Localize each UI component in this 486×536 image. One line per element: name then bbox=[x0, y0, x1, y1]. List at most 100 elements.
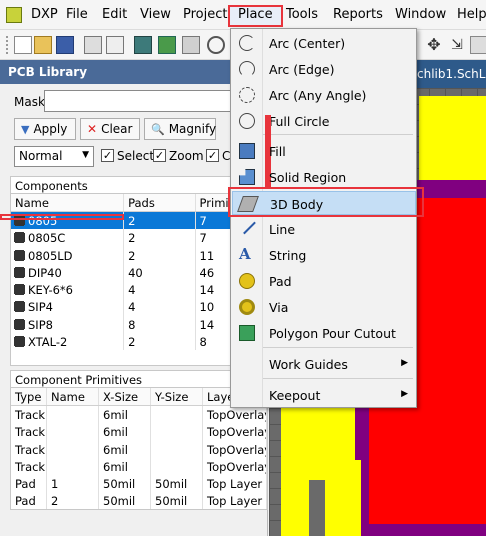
primitive-type: Pad bbox=[11, 475, 47, 493]
primitives-header-row: Type Name X-Size Y-Size Layer bbox=[11, 388, 267, 406]
zoom-label: Zoom bbox=[169, 149, 204, 163]
new-file-icon[interactable] bbox=[14, 36, 32, 54]
select-checkbox[interactable]: ✓ bbox=[101, 149, 114, 162]
col-prim-name[interactable]: Name bbox=[47, 388, 99, 405]
board-icon[interactable] bbox=[158, 36, 176, 54]
col-ysize[interactable]: Y-Size bbox=[151, 388, 203, 405]
primitive-row[interactable]: Pad 2 50mil 50mil Top Layer bbox=[11, 492, 267, 509]
primitive-row[interactable]: Track 6mil TopOverlay bbox=[11, 440, 267, 458]
component-pads: 4 bbox=[124, 281, 196, 299]
primitive-ysize bbox=[151, 440, 203, 458]
primitive-row[interactable]: Track 6mil TopOverlay bbox=[11, 423, 267, 441]
menu-tools[interactable]: Tools bbox=[286, 7, 318, 22]
zoom-checkbox[interactable]: ✓ bbox=[153, 149, 166, 162]
primitive-ysize bbox=[151, 457, 203, 476]
mode-value: Normal bbox=[19, 149, 63, 163]
menu-item-pad[interactable]: Pad bbox=[232, 269, 416, 293]
primitive-xsize: 6mil bbox=[99, 423, 151, 441]
menu-item-solid-region[interactable]: Solid Region bbox=[232, 165, 416, 189]
select-cross-icon[interactable]: ⇲ bbox=[448, 36, 466, 54]
yellow-overlay-bottom bbox=[291, 460, 361, 536]
panel-title-text: PCB Library bbox=[8, 65, 88, 79]
menu-item-keepout[interactable]: Keepout ▶ bbox=[232, 383, 416, 407]
string-icon: A bbox=[239, 245, 251, 263]
menu-item-via[interactable]: Via bbox=[232, 295, 416, 319]
clear-existing-checkbox[interactable]: ✓ bbox=[206, 149, 219, 162]
component-name: KEY-6*6 bbox=[28, 283, 74, 298]
3d-body-highlight-box bbox=[228, 187, 424, 217]
print-preview-icon[interactable] bbox=[106, 36, 124, 54]
primitive-name bbox=[47, 406, 99, 424]
move-icon[interactable]: ✥ bbox=[425, 36, 443, 54]
layers-icon[interactable] bbox=[182, 36, 200, 54]
component-row[interactable]: SIP8 8 14 bbox=[11, 315, 267, 334]
menu-project[interactable]: Project bbox=[183, 7, 227, 22]
primitive-type: Track bbox=[11, 406, 47, 424]
component-row[interactable]: DIP40 40 46 bbox=[11, 263, 267, 282]
menu-item-arc-edge[interactable]: Arc (Edge) bbox=[232, 57, 416, 81]
menu-item-arc-any-angle[interactable]: Arc (Any Angle) bbox=[232, 83, 416, 107]
col-xsize[interactable]: X-Size bbox=[99, 388, 151, 405]
apply-button[interactable]: ▼ Apply bbox=[14, 118, 76, 140]
clear-label: Clear bbox=[101, 122, 133, 136]
col-name[interactable]: Name bbox=[11, 194, 125, 211]
menu-reports[interactable]: Reports bbox=[333, 7, 383, 22]
primitive-xsize: 6mil bbox=[99, 457, 151, 476]
menu-item-polygon-cutout[interactable]: Polygon Pour Cutout bbox=[232, 321, 416, 345]
primitive-name bbox=[47, 457, 99, 476]
select-label: Select bbox=[117, 149, 155, 163]
clear-button[interactable]: ✕ Clear bbox=[80, 118, 140, 140]
component-row[interactable]: 0805C 2 7 bbox=[11, 229, 267, 247]
component-row[interactable]: 0805LD 2 11 bbox=[11, 246, 267, 264]
component-pads: 4 bbox=[124, 298, 196, 316]
magnify-button[interactable]: 🔍 Magnify bbox=[144, 118, 216, 140]
menu-help[interactable]: Help bbox=[457, 7, 486, 22]
component-name: XTAL-2 bbox=[28, 335, 68, 350]
menu-item-label: Pad bbox=[269, 274, 292, 289]
component-icon[interactable] bbox=[134, 36, 152, 54]
open-folder-icon[interactable] bbox=[34, 36, 52, 54]
clear-x-icon: ✕ bbox=[87, 122, 98, 136]
zoom-icon[interactable] bbox=[207, 36, 225, 54]
primitive-ysize: 50mil bbox=[151, 492, 203, 509]
component-row[interactable]: KEY-6*6 4 14 bbox=[11, 281, 267, 299]
print-icon[interactable] bbox=[84, 36, 102, 54]
menu-dxp[interactable]: DXP bbox=[31, 7, 58, 22]
mode-select[interactable]: Normal ▼ bbox=[14, 146, 94, 167]
menu-item-label: Work Guides bbox=[269, 357, 348, 372]
panel-title: PCB Library bbox=[0, 60, 268, 84]
menu-place[interactable]: Place bbox=[238, 7, 273, 22]
menu-view[interactable]: View bbox=[140, 7, 171, 22]
component-row[interactable]: XTAL-2 2 8 bbox=[11, 333, 267, 351]
menu-window[interactable]: Window bbox=[395, 7, 446, 22]
col-pads[interactable]: Pads bbox=[124, 194, 196, 211]
app-logo-icon[interactable] bbox=[6, 7, 22, 23]
component-row[interactable]: SIP4 4 10 bbox=[11, 298, 267, 316]
menu-item-work-guides[interactable]: Work Guides ▶ bbox=[232, 352, 416, 376]
filter-icon: ▼ bbox=[21, 122, 30, 136]
menu-item-line[interactable]: Line bbox=[232, 216, 416, 241]
menu-item-string[interactable]: A String bbox=[232, 243, 416, 267]
save-icon[interactable] bbox=[56, 36, 74, 54]
menu-item-arc-center[interactable]: Arc (Center) bbox=[232, 31, 416, 55]
menu-item-full-circle[interactable]: Full Circle bbox=[232, 109, 416, 133]
polygon-cutout-icon bbox=[239, 325, 255, 341]
primitive-ysize bbox=[151, 406, 203, 424]
menu-file[interactable]: File bbox=[66, 7, 88, 22]
menu-item-fill[interactable]: Fill bbox=[232, 139, 416, 163]
primitive-layer: Top Layer bbox=[203, 492, 267, 509]
submenu-arrow-icon: ▶ bbox=[401, 358, 408, 368]
menu-separator bbox=[263, 134, 413, 135]
primitive-row[interactable]: Pad 1 50mil 50mil Top Layer bbox=[11, 475, 267, 493]
menu-item-label: Arc (Center) bbox=[269, 36, 346, 51]
component-name: 0805C bbox=[28, 231, 66, 246]
primitive-row[interactable]: Track 6mil TopOverlay bbox=[11, 406, 267, 424]
primitive-row[interactable]: Track 6mil TopOverlay bbox=[11, 457, 267, 476]
primitive-name bbox=[47, 440, 99, 458]
toolbar-more-icon[interactable] bbox=[470, 36, 486, 54]
component-pads: 2 bbox=[124, 246, 196, 264]
toolbar-grip-icon bbox=[6, 36, 10, 54]
menu-edit[interactable]: Edit bbox=[102, 7, 127, 22]
col-type[interactable]: Type bbox=[11, 388, 47, 405]
primitive-layer: Top Layer bbox=[203, 475, 267, 493]
